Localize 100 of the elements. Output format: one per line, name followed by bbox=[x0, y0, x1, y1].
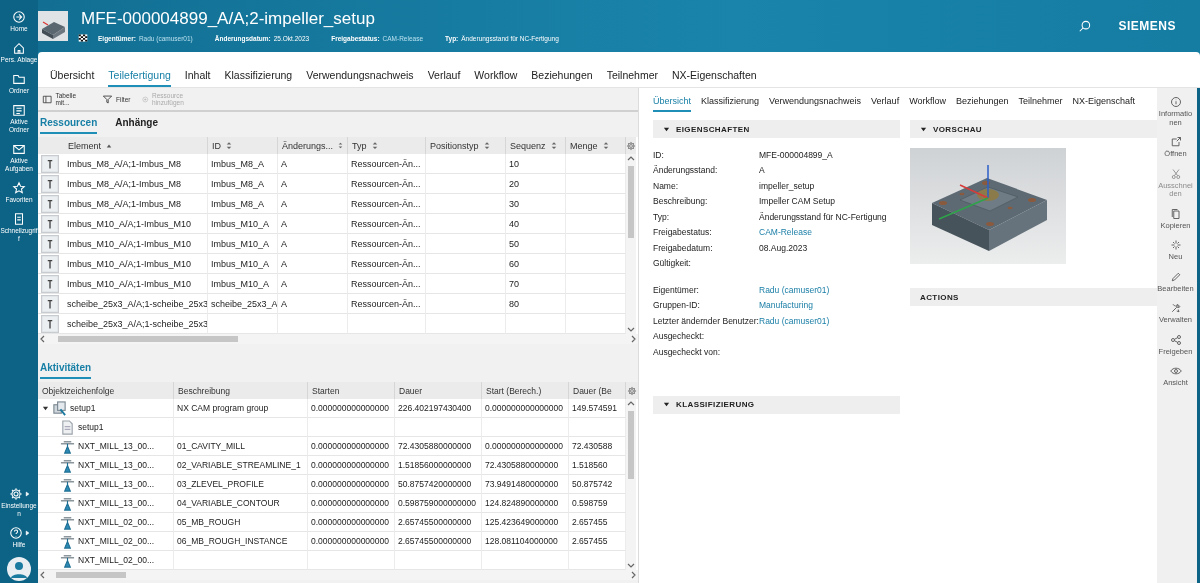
field-value: 08.Aug.2023 bbox=[759, 242, 808, 253]
scissors-icon bbox=[1169, 167, 1182, 180]
nav-icon bbox=[12, 41, 26, 55]
table-cell: NXT_MILL_02_00... bbox=[78, 536, 155, 546]
table-cell: 30 bbox=[506, 194, 566, 214]
table-cell: 0.000000000000000 bbox=[308, 475, 395, 494]
tab[interactable]: Teilnehmer bbox=[606, 66, 658, 87]
table-cell: Imbus_M8_A/A;1-Imbus_M8 bbox=[67, 158, 182, 169]
tab[interactable]: Klassifizierung bbox=[224, 66, 293, 87]
column-settings-button[interactable] bbox=[626, 382, 638, 399]
field-link[interactable]: Manufacturing bbox=[759, 300, 813, 311]
table-cell: Imbus_M10_A/A;1-Imbus_M10 bbox=[67, 238, 192, 249]
table-cell: A bbox=[278, 214, 348, 234]
nav-icon bbox=[12, 72, 26, 86]
field-link[interactable]: Radu (camuser01) bbox=[759, 284, 830, 295]
field-label: Eigentümer: bbox=[653, 284, 700, 295]
table-cell: 2.657455 bbox=[569, 532, 626, 551]
table-cell: 124.824890000000 bbox=[482, 494, 569, 513]
table-cell: 0.598759000000000 bbox=[395, 494, 482, 513]
tab[interactable]: Teilnehmer bbox=[1018, 93, 1063, 112]
tab[interactable]: Übersicht bbox=[653, 93, 691, 112]
column-header[interactable]: Objektzeichenfolge bbox=[38, 382, 174, 399]
table-cell: 0.598759 bbox=[569, 494, 626, 513]
table-cell: Imbus_M10_A bbox=[208, 214, 278, 234]
table-cell: 70 bbox=[506, 274, 566, 294]
tab[interactable]: NX-Eigenschaft bbox=[1072, 93, 1136, 112]
table-cell: 01_CAVITY_MILL bbox=[174, 437, 308, 456]
table-cell: Imbus_M8_A bbox=[208, 154, 278, 174]
field-link[interactable]: Radu (camuser01) bbox=[759, 315, 830, 326]
table-cell: A bbox=[278, 254, 348, 274]
tab[interactable]: Klassifizierung bbox=[701, 93, 760, 112]
table-cell: 40 bbox=[506, 214, 566, 234]
tab[interactable]: Beziehungen bbox=[531, 66, 593, 87]
table-cell: 73.9491480000000 bbox=[482, 475, 569, 494]
table-cell: 72.4305880000000 bbox=[482, 456, 569, 475]
settings-icon bbox=[627, 385, 637, 396]
add-icon bbox=[142, 93, 149, 105]
sort-icon bbox=[226, 141, 232, 150]
field-value: Impeller CAM Setup bbox=[759, 196, 836, 207]
table-cell: 2.65745500000000 bbox=[395, 532, 482, 551]
table-cell: A bbox=[278, 154, 348, 174]
tab[interactable]: Anhänge bbox=[115, 114, 159, 134]
collapse-caret-icon[interactable] bbox=[42, 404, 49, 412]
table-cell: setup1 bbox=[70, 403, 96, 413]
tab[interactable]: Ressourcen bbox=[40, 114, 98, 134]
tab[interactable]: Inhalt bbox=[184, 66, 211, 87]
table-cell bbox=[566, 234, 626, 254]
collapse-caret-icon[interactable] bbox=[663, 125, 670, 133]
tab[interactable]: Übersicht bbox=[50, 66, 95, 87]
tab[interactable]: Workflow bbox=[474, 66, 518, 87]
tab[interactable]: Beziehungen bbox=[956, 93, 1009, 112]
tab[interactable]: Verlauf bbox=[871, 93, 900, 112]
column-header[interactable]: ID bbox=[208, 137, 278, 154]
section-title: ACTIONS bbox=[920, 292, 959, 302]
filter-icon bbox=[102, 93, 113, 105]
section-title: VORSCHAU bbox=[933, 124, 982, 134]
column-header[interactable]: Positionstyp bbox=[426, 137, 506, 154]
collapse-caret-icon[interactable] bbox=[920, 125, 927, 133]
tab[interactable]: Aktivitäten bbox=[40, 359, 92, 379]
table-cell: scheibe_25x3_A bbox=[208, 294, 278, 314]
tab[interactable]: Verwendungsnachweis bbox=[769, 93, 862, 112]
column-header[interactable]: Start (Berech.) bbox=[482, 382, 569, 399]
user-avatar-icon bbox=[7, 557, 31, 581]
info-icon bbox=[1169, 96, 1182, 108]
tab[interactable]: Verlauf bbox=[427, 66, 461, 87]
table-cell: 50 bbox=[506, 234, 566, 254]
table-cell: 1.51856000000000 bbox=[395, 456, 482, 475]
table-cell: 226.402197430400 bbox=[395, 399, 482, 418]
column-header[interactable]: Dauer bbox=[395, 382, 482, 399]
column-header[interactable]: Typ bbox=[348, 137, 426, 154]
column-header[interactable]: Menge bbox=[566, 137, 626, 154]
expand-arrow-icon bbox=[24, 490, 30, 498]
table-cell: 2.657455 bbox=[569, 513, 626, 532]
column-header[interactable]: Element bbox=[38, 137, 208, 154]
table-cell: Imbus_M8_A/A;1-Imbus_M8 bbox=[67, 198, 182, 209]
sort-icon bbox=[602, 141, 609, 150]
tab[interactable]: Workflow bbox=[909, 93, 946, 112]
column-header[interactable]: Starten bbox=[308, 382, 395, 399]
table-cell: 0.000000000000000 bbox=[308, 437, 395, 456]
column-settings-button[interactable] bbox=[626, 137, 636, 154]
column-header[interactable]: Sequenz bbox=[506, 137, 566, 154]
column-header[interactable]: Änderungs... bbox=[278, 137, 348, 154]
table-cell: Imbus_M8_A bbox=[208, 194, 278, 214]
tab[interactable]: NX-Eigenschaften bbox=[672, 66, 757, 87]
table-cell: NXT_MILL_13_00... bbox=[78, 441, 155, 451]
table-cell: 60 bbox=[506, 254, 566, 274]
column-header[interactable]: Beschreibung bbox=[174, 382, 308, 399]
tab[interactable]: Verwendungsnachweis bbox=[306, 66, 414, 87]
table-cell: Imbus_M10_A/A;1-Imbus_M10 bbox=[67, 258, 192, 269]
field-link[interactable]: CAM-Release bbox=[759, 227, 812, 238]
table-cell bbox=[566, 274, 626, 294]
field-label: Letzter ändernder Benutzer: bbox=[653, 315, 759, 326]
table-cell: A bbox=[278, 234, 348, 254]
operation-icon bbox=[60, 514, 75, 530]
table-cell: 0.000000000000000 bbox=[482, 437, 569, 456]
table-cell: 02_VARIABLE_STREAMLINE_1 bbox=[174, 456, 308, 475]
collapse-caret-icon[interactable] bbox=[663, 401, 670, 408]
table-cell: 0.000000000000000 bbox=[308, 532, 395, 551]
column-header[interactable]: Dauer (Be bbox=[569, 382, 626, 399]
table-cell: setup1 bbox=[78, 422, 104, 432]
